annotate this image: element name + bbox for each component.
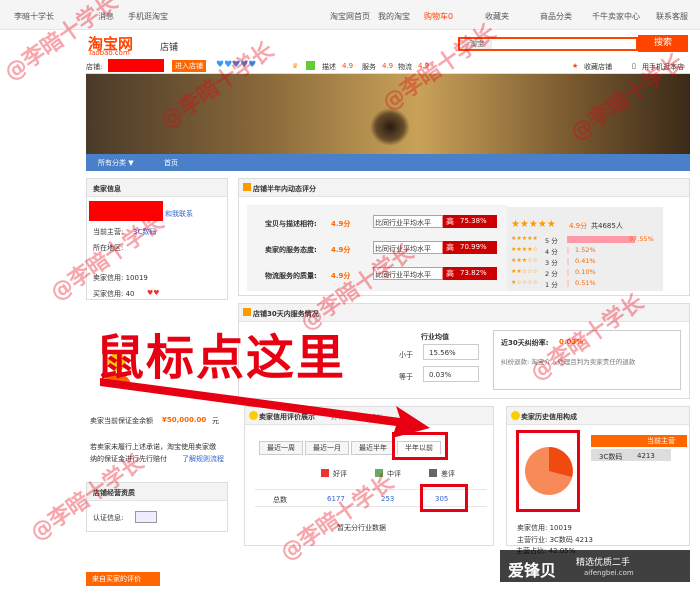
contact-seller-link[interactable]: 和我联系 [165,209,193,219]
dist-label: 2 分 [545,270,558,278]
overlay-arrow [100,378,430,438]
dsr-row-1-score: 4.9分 [331,220,351,228]
stars-total: 共4685人 [591,222,623,230]
dist-pct: 97.55% [629,235,654,243]
footer-brand: 爱锋贝 [508,561,557,580]
dsr-row-1-label: 宝贝与描述相符: [265,220,317,228]
my-taobao-link[interactable]: 我的淘宝 [378,11,410,22]
user-name[interactable]: 李暗十学长 [14,11,54,22]
cert-label: 认证信息: [93,514,124,522]
service-icon [243,308,251,316]
buyer-credit: 买家信用: 40 [93,290,135,298]
notice-line-1: 若卖家未履行上述承诺，淘宝使用卖家缴 [90,443,216,451]
history-title: 卖家历史信用构成 [521,413,577,421]
nav-all-categories[interactable]: 所有分类 ▼ [98,158,134,168]
good-eval-icon [321,469,329,477]
highlight-pie-chart [516,430,580,512]
dist-stars-icon: ★★☆☆☆ [511,268,538,275]
taobao-logo-sub: Taobao.com [88,49,130,57]
current-main-tag: 当前主营 [591,435,687,447]
history-main-industry: 主营行业: 3C数码 4213 [517,536,593,544]
col-bad: 差评 [441,470,455,478]
history-item-value: 4213 [637,452,655,460]
dist-bar [567,236,636,243]
shop-name-label: 店铺: [86,63,103,71]
favorites-link[interactable]: 收藏夹 [485,11,509,22]
dsr-row-2-pct: 70.99% [457,241,497,254]
seller-center-link[interactable]: 千牛卖家中心 [592,11,640,22]
five-star-icon: ★★★★★ [511,219,556,230]
buyer-heart-icon: ♥♥ [147,289,160,297]
dsr-row-3-label: 物流服务的质量: [265,272,317,280]
star-icon: ★ [572,62,579,70]
shop-label: 店铺 [160,43,179,53]
industry-avg-label: 行业均值 [421,333,449,341]
footer-slogan: 精选优质二手 [576,558,631,568]
dist-stars-icon: ★☆☆☆☆ [511,279,538,286]
dist-label: 3 分 [545,259,558,267]
dsr-row-1-pct: 75.38% [457,215,497,228]
nav-home[interactable]: 首页 [164,158,178,168]
stars-score: 4.9分 [569,222,588,230]
bad-eval-icon [429,469,437,477]
dist-pct: 0.41% [575,257,596,265]
dist-label: 1 分 [545,281,558,289]
dist-bar [567,280,569,287]
dsr-row-2-label: 卖家的服务态度: [265,246,317,254]
dist-pct: 0.51% [575,279,596,287]
shop-info-bar: 店铺: 进入店铺 ♥♥♥♥♥ ♛ 描述 4.9 服务 4.9 物流 4.9 ★ … [86,58,690,74]
dsr-row-2-gao: 高 [443,241,457,254]
enter-shop-badge[interactable]: 进入店铺 [172,60,206,72]
cart-link[interactable]: 购物车0 [424,11,453,22]
history-credit: 卖家信用: 10019 [517,524,572,532]
seller-info-title: 卖家信息 [93,185,121,193]
cert-icon[interactable] [135,511,157,523]
buyer-eval-tab[interactable]: 来自买家的评价 [86,572,160,586]
row-total-label: 总数 [273,496,287,504]
dsr-row-1-compare: 比同行业平均水平 [375,219,431,227]
home-link[interactable]: 淘宝网首页 [330,11,370,22]
desc-label: 描述 [322,63,336,71]
footer-site: aifengbei.com [584,569,634,577]
lt-value: 15.56% [429,349,456,357]
tab-last-week[interactable]: 最近一周 [259,441,303,455]
dist-label: 5 分 [545,237,558,245]
tab-last-half-year[interactable]: 最近半年 [351,441,395,455]
desc-score: 4.9 [342,62,354,70]
dist-stars-icon: ★★★★☆ [511,246,538,253]
dsr-panel: 店铺半年内动态评分 宝贝与描述相符: 4.9分 比同行业平均水平 高 75.38… [238,178,690,296]
service-score: 4.9 [382,62,394,70]
shop-name-redacted [108,59,164,72]
col-good: 好评 [333,470,347,478]
dsr-title: 店铺半年内动态评分 [253,185,316,193]
dist-stars-icon: ★★★★★ [511,235,538,242]
service-link[interactable]: 联系客服 [656,11,688,22]
dist-stars-icon: ★★★☆☆ [511,257,538,264]
history-avatar-icon [511,411,520,420]
dist-pct: 1.52% [575,246,596,254]
highlight-bad-count [420,484,468,512]
tab-last-month[interactable]: 最近一月 [305,441,349,455]
fav-shop-link[interactable]: 收藏店铺 [584,62,612,72]
shop-nav: 所有分类 ▼ 首页 [86,154,690,171]
crown-icon: ♛ [292,62,299,70]
categories-link[interactable]: 商品分类 [540,11,572,22]
dist-label: 4 分 [545,248,558,256]
service-label: 服务 [362,63,376,71]
badge-icon [306,61,315,70]
footer-badge: 爱锋贝 精选优质二手 aifengbei.com [500,550,690,582]
history-item: 3C数码 [599,453,623,461]
dist-bar [567,247,569,254]
dsr-row-3-pct: 73.82% [457,267,497,280]
rules-link[interactable]: 了解规则流程 [182,454,224,464]
dsr-row-3-gao: 高 [443,267,457,280]
dsr-row-2-score: 4.9分 [331,246,351,254]
dist-bar [567,258,569,265]
dist-pct: 0.10% [575,268,596,276]
dist-bar [567,269,569,276]
lt-label: 小于 [399,351,413,359]
dsr-row-1-gao: 高 [443,215,457,228]
mobile-link[interactable]: 手机逛淘宝 [128,11,168,22]
dsr-icon [243,183,251,191]
